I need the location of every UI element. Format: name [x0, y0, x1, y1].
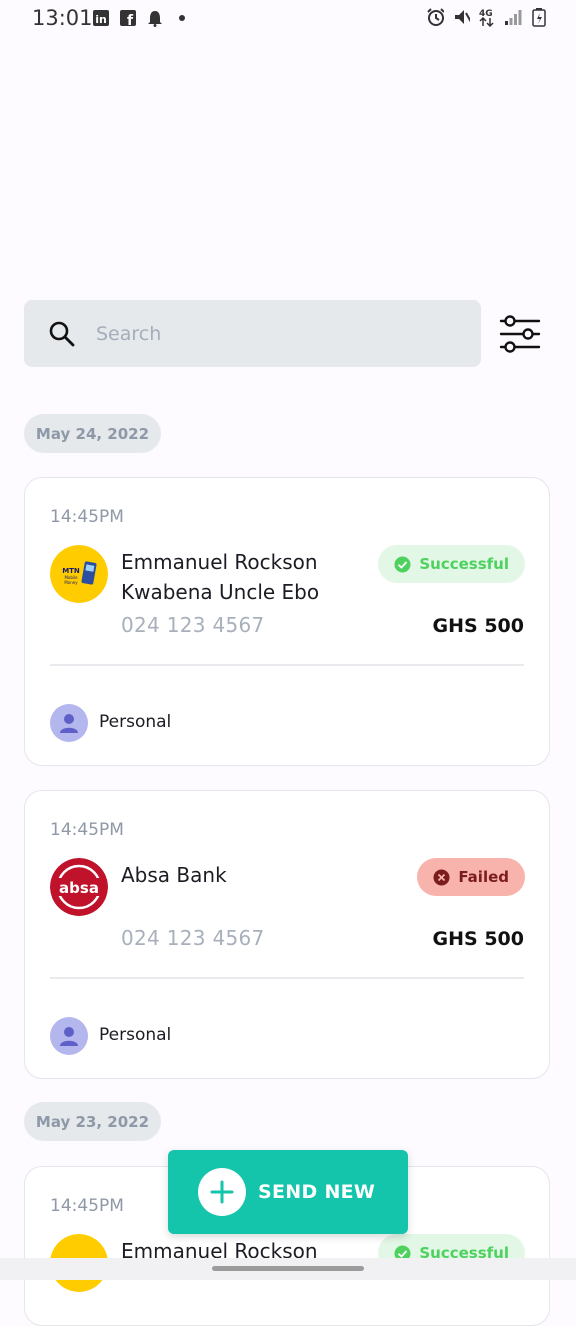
facebook-icon: f — [119, 9, 137, 27]
category-label: Personal — [99, 1025, 172, 1045]
filter-sliders-icon — [499, 315, 541, 353]
svg-text:Money: Money — [64, 580, 78, 585]
svg-text:f: f — [127, 13, 134, 27]
phone-number: 024 123 4567 — [121, 926, 265, 950]
search-icon — [48, 320, 76, 352]
phone-number: 024 123 4567 — [121, 613, 265, 637]
system-navigation-bar — [0, 1258, 576, 1280]
status-label: Successful — [419, 555, 509, 573]
transaction-time: 14:45PM — [50, 820, 124, 840]
divider — [50, 664, 524, 666]
category-label: Personal — [99, 712, 172, 732]
search-bar[interactable] — [24, 300, 481, 367]
date-chip: May 23, 2022 — [24, 1102, 161, 1141]
linkedin-icon: in — [92, 9, 110, 27]
transaction-time: 14:45PM — [50, 507, 124, 527]
send-new-label: SEND NEW — [258, 1181, 376, 1203]
svg-text:in: in — [95, 13, 107, 26]
check-circle-icon — [394, 556, 411, 572]
transaction-time: 14:45PM — [50, 1196, 124, 1216]
status-badge: Successful — [378, 545, 525, 583]
date-chip: May 24, 2022 — [24, 414, 161, 453]
plus-icon — [198, 1168, 246, 1216]
signal-icon — [504, 8, 522, 26]
svg-text:MTN: MTN — [62, 567, 80, 575]
mtn-momo-logo: MTN Mobile Money — [50, 545, 108, 603]
send-new-button[interactable]: SEND NEW — [168, 1150, 408, 1234]
filter-button[interactable] — [499, 314, 541, 354]
transaction-card[interactable]: 14:45PM absa Absa Bank Failed 024 123 45… — [24, 790, 550, 1079]
svg-text:4G: 4G — [479, 9, 493, 19]
person-icon — [50, 1017, 88, 1055]
person-icon — [50, 704, 88, 742]
status-time: 13:01 — [32, 6, 93, 30]
status-badge: Failed — [417, 858, 525, 896]
recipient-name: Emmanuel Rockson Kwabena Uncle Ebo — [121, 550, 320, 604]
notification-bell-icon — [146, 9, 164, 27]
battery-icon — [530, 8, 548, 27]
amount: GHS 500 — [432, 615, 524, 637]
divider — [50, 977, 524, 979]
alarm-icon — [426, 8, 444, 26]
svg-text:absa: absa — [59, 879, 99, 897]
amount: GHS 500 — [432, 928, 524, 950]
status-label: Failed — [458, 868, 509, 886]
search-input[interactable] — [96, 300, 456, 367]
dot-icon — [173, 9, 191, 27]
status-bar: 13:01 in f 4G — [0, 0, 576, 38]
recipient-name: Absa Bank — [121, 863, 227, 887]
home-gesture-handle[interactable] — [212, 1266, 364, 1271]
network-4g-icon: 4G — [478, 8, 496, 27]
mute-icon — [452, 8, 470, 26]
transaction-card[interactable]: 14:45PM MTN Mobile Money Emmanuel Rockso… — [24, 477, 550, 766]
error-circle-icon — [433, 869, 450, 885]
absa-logo: absa — [50, 858, 108, 916]
